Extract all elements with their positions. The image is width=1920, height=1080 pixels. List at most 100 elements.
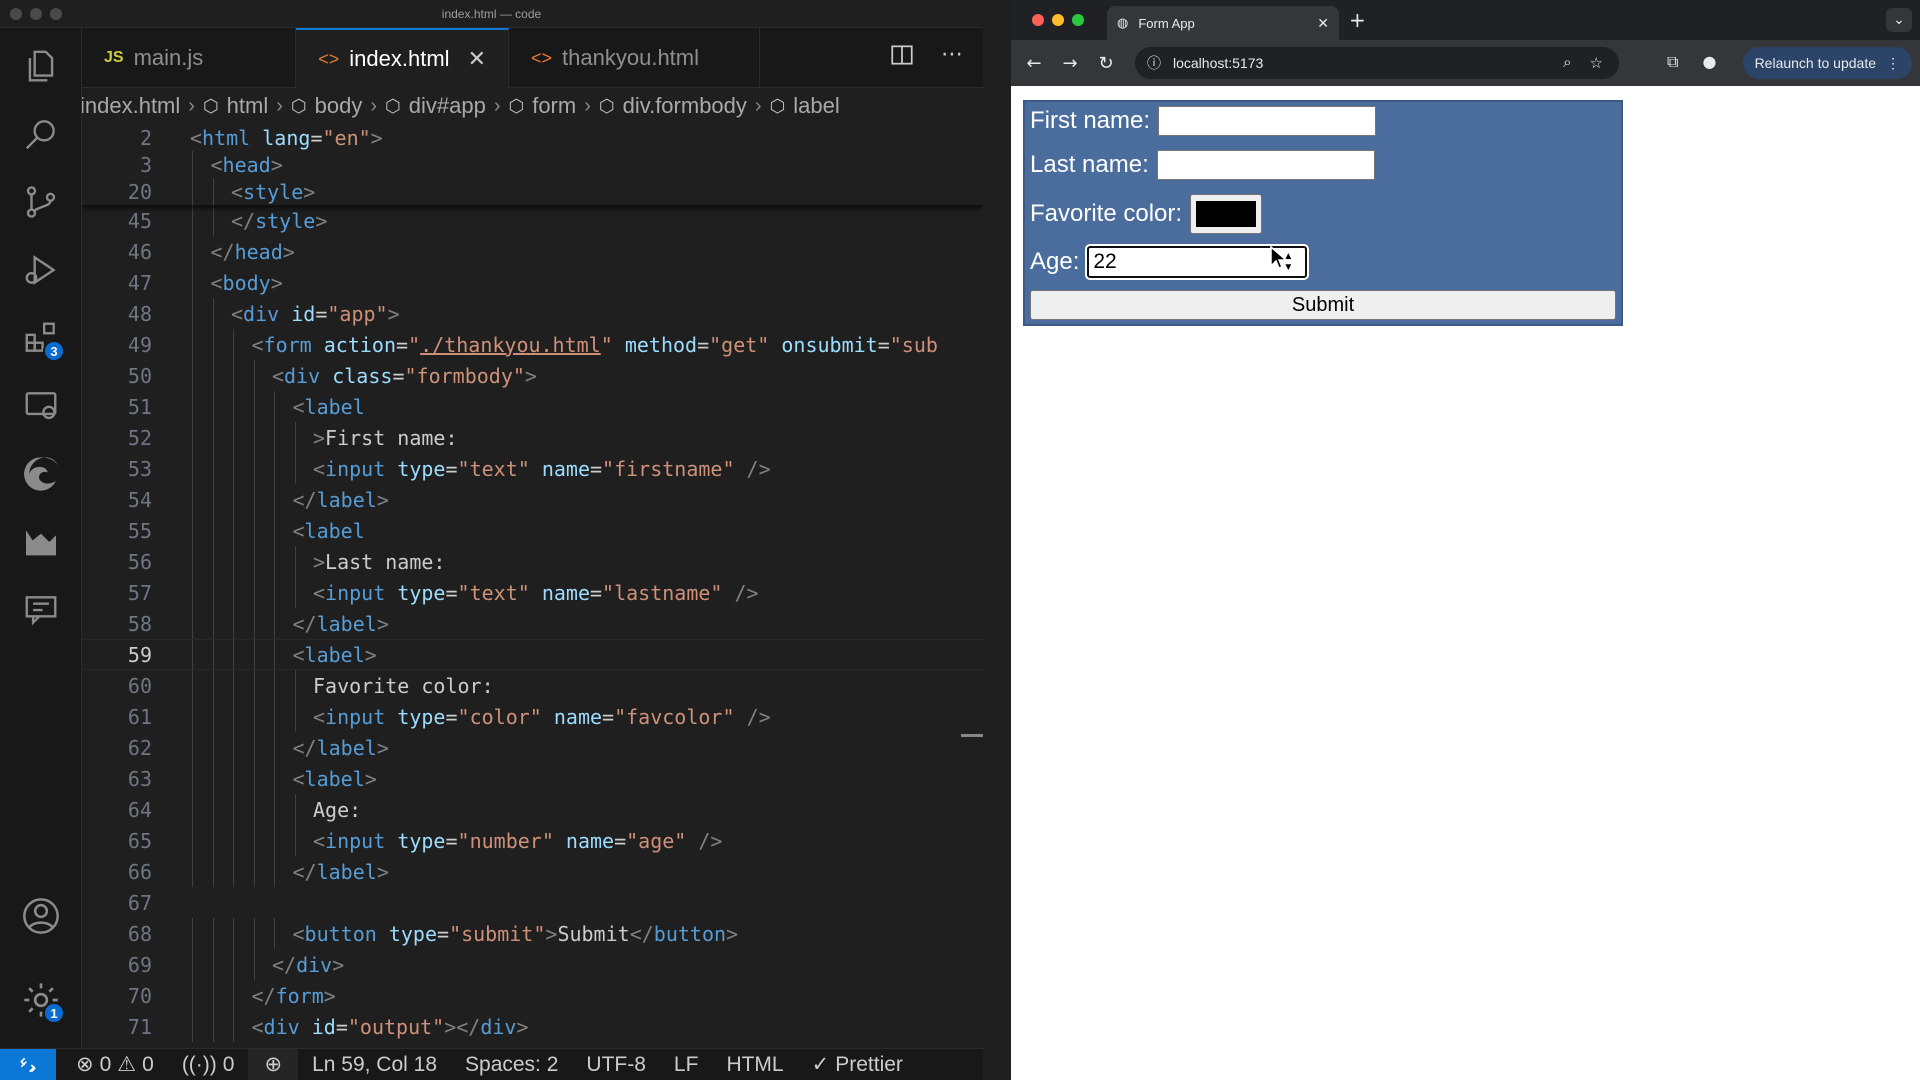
explorer-icon[interactable] bbox=[17, 42, 65, 90]
breadcrumb-item-html[interactable]: html bbox=[227, 93, 269, 119]
close-tab-icon[interactable]: ✕ bbox=[468, 46, 486, 72]
minimize-window-button[interactable] bbox=[30, 8, 42, 20]
code-line[interactable]: 61 <input type="color" name="favcolor" /> bbox=[82, 701, 983, 732]
tab-index-html[interactable]: <> index.html ✕ bbox=[296, 28, 510, 88]
sticky-scroll-header[interactable]: 2 <html lang="en"> 3 <head> 20 <style> bbox=[82, 124, 983, 205]
new-tab-button[interactable]: + bbox=[1349, 8, 1366, 32]
reload-icon[interactable]: ↻ bbox=[1093, 53, 1119, 74]
source-control-icon[interactable] bbox=[17, 178, 65, 226]
code-line[interactable]: 64 Age: bbox=[82, 794, 983, 825]
forward-arrow-icon[interactable]: → bbox=[1057, 53, 1083, 74]
prettier-indicator[interactable]: ✓ Prettier bbox=[798, 1052, 917, 1077]
code-line[interactable]: 56 >Last name: bbox=[82, 546, 983, 577]
site-info-icon[interactable]: ⓘ bbox=[1147, 53, 1161, 73]
remote-explorer-icon[interactable] bbox=[17, 382, 65, 430]
kebab-menu-icon[interactable]: ⋮ bbox=[1886, 55, 1900, 72]
indentation-indicator[interactable]: Spaces: 2 bbox=[451, 1053, 572, 1077]
code-token: Favorite color: bbox=[313, 673, 494, 698]
code-editor[interactable]: 2 <html lang="en"> 3 <head> 20 <style> 45 </st… bbox=[82, 124, 983, 1048]
scrollbar-thumb[interactable] bbox=[961, 734, 983, 737]
relaunch-button[interactable]: Relaunch to update ⋮ bbox=[1742, 47, 1912, 79]
run-debug-icon[interactable] bbox=[17, 246, 65, 294]
code-line[interactable]: 66 </label> bbox=[82, 856, 983, 887]
search-icon[interactable] bbox=[17, 110, 65, 158]
element-cube-icon: ⬡ bbox=[769, 95, 786, 116]
code-line[interactable]: 65 <input type="number" name="age" /> bbox=[82, 825, 983, 856]
code-line[interactable]: 59 <label> bbox=[82, 639, 983, 670]
code-line[interactable]: 58 </label> bbox=[82, 608, 983, 639]
account-icon[interactable] bbox=[17, 892, 65, 940]
submit-button[interactable]: Submit bbox=[1030, 290, 1616, 320]
code-token: div bbox=[243, 301, 280, 326]
extensions-icon[interactable]: 3 bbox=[17, 314, 65, 362]
code-line[interactable]: 62 </label> bbox=[82, 732, 983, 763]
edge-tools-icon[interactable] bbox=[17, 450, 65, 498]
more-actions-icon[interactable]: ⋯ bbox=[941, 42, 963, 72]
code-line[interactable]: 53 <input type="text" name="firstname" /> bbox=[82, 453, 983, 484]
browser-tab-form-app[interactable]: ◍ Form App ✕ bbox=[1107, 6, 1339, 40]
first-name-input[interactable] bbox=[1158, 106, 1377, 136]
breadcrumb-item-file[interactable]: index.html bbox=[82, 93, 180, 119]
code-line[interactable]: 57 <input type="text" name="lastname" /> bbox=[82, 577, 983, 608]
zoom-window-button[interactable] bbox=[50, 8, 62, 20]
code-line[interactable]: 3 <head> bbox=[82, 151, 983, 178]
code-line[interactable]: 2 <html lang="en"> bbox=[82, 124, 983, 151]
code-line[interactable]: 67 bbox=[82, 887, 983, 918]
ports-indicator[interactable]: ((·)) 0 bbox=[168, 1053, 249, 1077]
docker-icon[interactable] bbox=[17, 518, 65, 566]
settings-gear-icon[interactable]: 1 bbox=[17, 976, 65, 1024]
comments-icon[interactable] bbox=[17, 586, 65, 634]
line-number: 47 bbox=[127, 270, 152, 295]
zoom-indicator[interactable]: ⊕ bbox=[248, 1048, 299, 1080]
code-line[interactable]: 51 <label bbox=[82, 391, 983, 422]
code-line[interactable]: 48 <div id="app"> bbox=[82, 298, 983, 329]
profile-icon[interactable]: ● bbox=[1702, 52, 1716, 72]
split-editor-icon[interactable] bbox=[889, 42, 915, 72]
cursor-position[interactable]: Ln 59, Col 18 bbox=[298, 1053, 451, 1077]
code-line[interactable]: 45 </style> bbox=[82, 205, 983, 236]
indent-guide bbox=[253, 484, 255, 515]
minimize-window-button[interactable] bbox=[1052, 14, 1064, 26]
code-line[interactable]: 70 </form> bbox=[82, 980, 983, 1011]
code-line[interactable]: 50 <div class="formbody"> bbox=[82, 360, 983, 391]
language-mode[interactable]: HTML bbox=[712, 1053, 797, 1077]
zoom-magnifier-icon[interactable]: ⌕ bbox=[1563, 54, 1571, 72]
breadcrumb-item-body[interactable]: body bbox=[315, 93, 363, 119]
extensions-puzzle-icon[interactable]: ⧉ bbox=[1667, 52, 1678, 72]
address-bar[interactable]: ⓘ localhost:5173 ⌕ ☆ bbox=[1135, 47, 1619, 79]
breadcrumb-item-form[interactable]: form bbox=[532, 93, 576, 119]
code-line[interactable]: 52 >First name: bbox=[82, 422, 983, 453]
eol-indicator[interactable]: LF bbox=[660, 1053, 713, 1077]
tab-main-js[interactable]: JS main.js bbox=[82, 28, 297, 88]
zoom-window-button[interactable] bbox=[1072, 14, 1084, 26]
encoding-indicator[interactable]: UTF-8 bbox=[572, 1053, 660, 1077]
tab-thankyou-html[interactable]: <> thankyou.html bbox=[509, 28, 761, 88]
breadcrumb-item-label[interactable]: label bbox=[793, 93, 839, 119]
remote-indicator-icon[interactable] bbox=[0, 1048, 56, 1080]
code-text: </label> bbox=[152, 736, 389, 760]
code-line[interactable]: 71 <div id="output"></div> bbox=[82, 1011, 983, 1042]
code-line[interactable]: 69 </div> bbox=[82, 949, 983, 980]
breadcrumb-item-formbody[interactable]: div.formbody bbox=[623, 93, 747, 119]
code-line[interactable]: 63 <label> bbox=[82, 763, 983, 794]
code-line[interactable]: 60 Favorite color: bbox=[82, 670, 983, 701]
line-number: 64 bbox=[127, 797, 152, 822]
code-line[interactable]: 55 <label bbox=[82, 515, 983, 546]
breadcrumb-item-div-app[interactable]: div#app bbox=[409, 93, 486, 119]
back-arrow-icon[interactable]: ← bbox=[1021, 53, 1047, 74]
favorite-color-picker[interactable] bbox=[1190, 194, 1263, 234]
bookmark-star-icon[interactable]: ☆ bbox=[1590, 54, 1603, 72]
problems-indicator[interactable]: ⊗ 0 ⚠ 0 bbox=[56, 1052, 168, 1077]
code-line[interactable]: 49 <form action="./thankyou.html" method=… bbox=[82, 329, 983, 360]
code-line[interactable]: 46 </head> bbox=[82, 236, 983, 267]
code-line[interactable]: 68 <button type="submit">Submit</button> bbox=[82, 918, 983, 949]
code-line[interactable]: 54 </label> bbox=[82, 484, 983, 515]
close-tab-icon[interactable]: ✕ bbox=[1317, 15, 1329, 32]
close-window-button[interactable] bbox=[10, 8, 22, 20]
close-window-button[interactable] bbox=[1032, 14, 1044, 26]
code-line[interactable]: 47 <body> bbox=[82, 267, 983, 298]
last-name-input[interactable] bbox=[1156, 150, 1375, 180]
tab-search-chevron-icon[interactable]: ⌄ bbox=[1886, 8, 1912, 32]
code-line[interactable]: 20 <style> bbox=[82, 178, 983, 205]
